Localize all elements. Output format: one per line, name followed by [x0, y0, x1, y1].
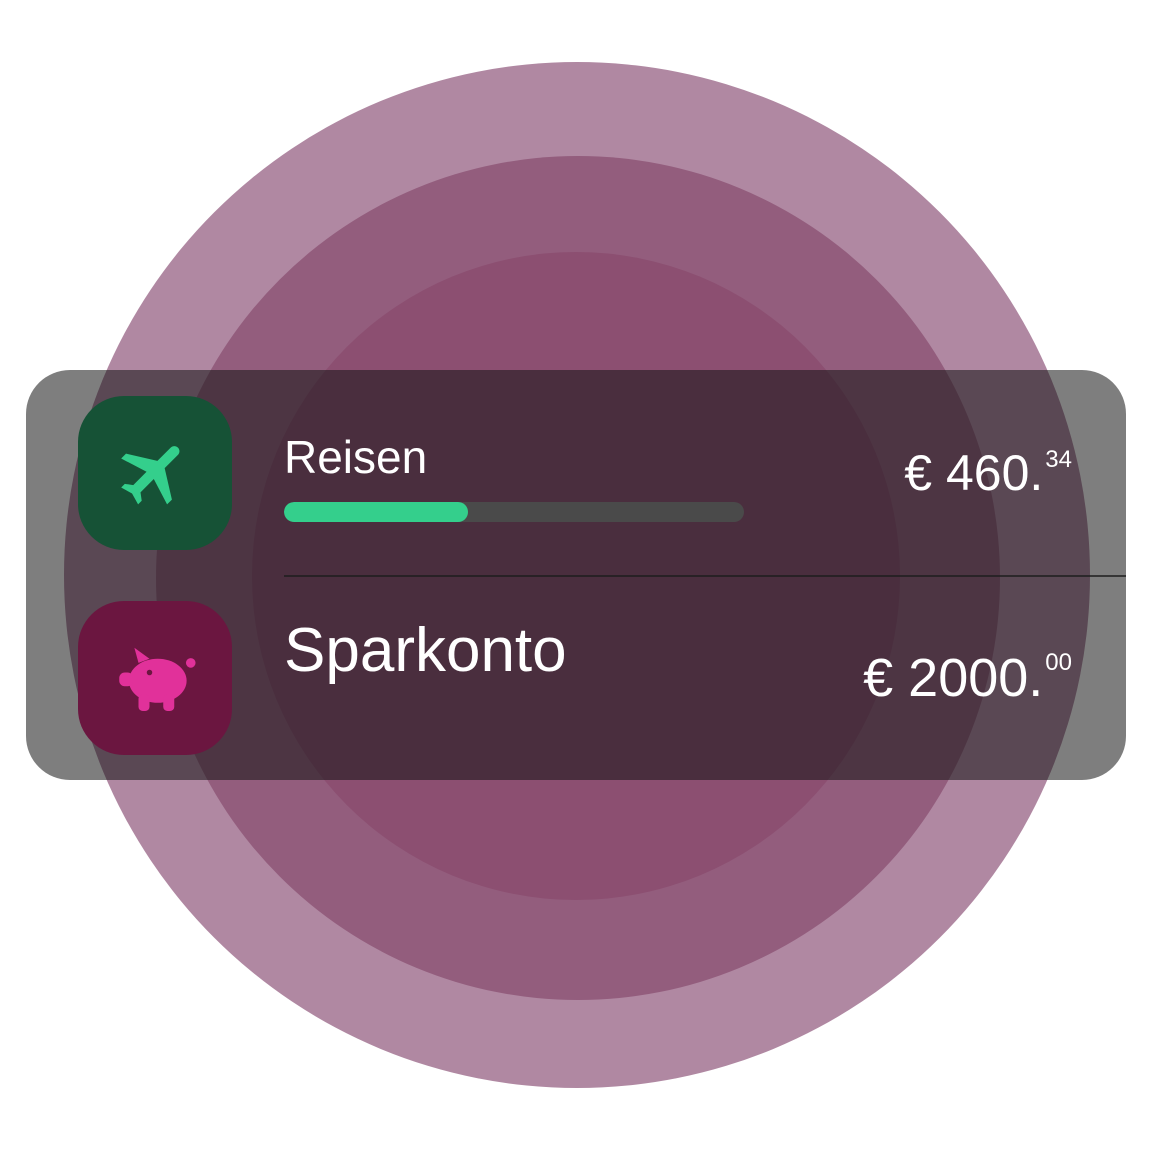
account-balance: € 2000. 00 [863, 647, 1072, 709]
account-row-sparkonto[interactable]: Sparkonto € 2000. 00 [26, 575, 1126, 780]
stage: Reisen € 460. 34 Sparkonto € 2000. 00 [0, 0, 1152, 1152]
account-row-reisen[interactable]: Reisen € 460. 34 [26, 370, 1126, 575]
savings-progress-fill [284, 502, 468, 522]
accounts-list: Reisen € 460. 34 Sparkonto € 2000. 00 [26, 370, 1126, 780]
account-label: Sparkonto [284, 616, 567, 685]
savings-app-icon [78, 601, 232, 755]
balance-main: € 2000. [863, 648, 1044, 708]
travel-app-icon [78, 396, 232, 550]
accounts-card: Reisen € 460. 34 Sparkonto € 2000. 00 [26, 370, 1126, 780]
account-balance: € 460. 34 [904, 444, 1072, 502]
airplane-icon [121, 446, 180, 505]
savings-progress-bar [284, 502, 744, 522]
piggy-bank-icon [119, 647, 196, 711]
balance-cents: 00 [1045, 649, 1072, 676]
balance-cents: 34 [1045, 446, 1072, 473]
account-label: Reisen [284, 431, 428, 483]
balance-main: € 460. [904, 445, 1044, 501]
